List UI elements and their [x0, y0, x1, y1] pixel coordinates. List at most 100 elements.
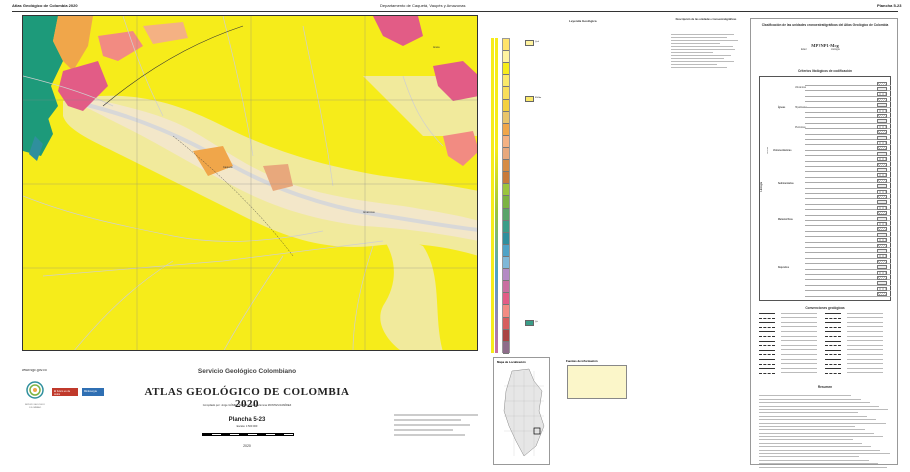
- resumen-line: [759, 395, 852, 397]
- criterios-row: [805, 205, 891, 211]
- convention-line: [759, 326, 775, 328]
- legend-panel: Leyenda Geológica Descripción de las uni…: [489, 18, 743, 354]
- lithology-pattern: [877, 194, 887, 199]
- criterios-row: [805, 108, 891, 113]
- org-name: Servicio Geológico Colombiano: [197, 368, 297, 375]
- criterios-row: [805, 221, 891, 227]
- criterios-row: [805, 178, 891, 184]
- scale-bar: [202, 433, 294, 436]
- legend-unit-swatch: [503, 269, 509, 282]
- minenergia-logo-text: MinEnergía: [82, 388, 104, 396]
- resumen-line: [759, 408, 889, 410]
- criterios-row: [805, 286, 891, 292]
- locmap-title: Mapa de Localización: [497, 360, 526, 364]
- legend-unit-swatch: [503, 111, 509, 124]
- legend-unit-swatch: [503, 341, 509, 354]
- lithology-pattern: [877, 92, 887, 97]
- resumen-line: [759, 415, 868, 417]
- convention-line: [759, 313, 775, 314]
- lithology-pattern: [877, 119, 887, 124]
- criterios-row: [805, 81, 891, 86]
- plancha-label: Plancha 5-23: [228, 417, 266, 423]
- convention-label-line: [847, 335, 883, 337]
- lithology-pattern: [877, 173, 887, 178]
- sgc-logo-icon: [26, 381, 44, 399]
- unit-strip: [502, 38, 510, 354]
- legend-unit-swatch: [503, 317, 509, 330]
- resumen-line: [759, 419, 877, 421]
- lithology-pattern: [877, 157, 887, 162]
- lithology-pattern: [877, 146, 887, 151]
- lithology-pattern: [877, 167, 887, 172]
- legend-unit-swatch: [503, 123, 509, 136]
- criterios-row: [805, 211, 891, 216]
- criterios-row: [805, 135, 891, 140]
- lithology-pattern: [877, 135, 887, 140]
- convention-label-line: [781, 367, 817, 369]
- convention-label-line: [847, 321, 883, 323]
- group-metamorficas: Metamórficas: [778, 219, 793, 221]
- legend-unit-swatch: [503, 184, 509, 197]
- criterios-table: Litología Rocas Ígneas Volcánicas Hipabi…: [759, 76, 891, 301]
- criterios-row: [805, 281, 891, 286]
- lithology-pattern: [877, 243, 887, 248]
- legend-unit-swatch: [503, 196, 509, 209]
- criterios-row: [805, 119, 891, 124]
- resumen-line: [759, 449, 881, 451]
- sources-panel: Fuentes de información: [564, 357, 742, 465]
- website-link[interactable]: www.sgc.gov.co: [22, 368, 47, 372]
- convention-line: [825, 372, 841, 374]
- map-label-araca: Araca: [433, 46, 440, 49]
- convention-line: [759, 372, 775, 374]
- era-column-1: [491, 38, 494, 353]
- lithology-pattern: [877, 108, 887, 113]
- group-depositos: Depósitos: [778, 267, 790, 269]
- criterios-row: [805, 200, 891, 205]
- year-label: 2020: [243, 444, 251, 448]
- resumen-line: [759, 439, 853, 441]
- legend-unit-swatch: [503, 39, 509, 52]
- geologic-map[interactable]: Araca Caquetá Amazonas: [22, 15, 478, 351]
- resumen-line: [759, 432, 874, 434]
- convention-label-line: [847, 353, 883, 355]
- convention-label-line: [781, 321, 817, 323]
- convention-label-line: [781, 317, 817, 319]
- resumen-line: [759, 463, 878, 465]
- criterios-row: [805, 167, 891, 173]
- criterios-row: [805, 265, 891, 270]
- legend-unit-swatch: [503, 244, 509, 257]
- convention-line: [759, 331, 775, 333]
- lithology-pattern: [877, 140, 887, 145]
- criterios-row: [805, 248, 891, 254]
- criterios-row: [805, 184, 891, 189]
- resumen-text: [759, 393, 891, 470]
- convention-line: [759, 340, 775, 342]
- legend-swatch: [525, 40, 534, 46]
- criterios-title: Criterios litológicos de codificación: [797, 69, 853, 73]
- lithology-pattern: [877, 275, 887, 280]
- map-svg: [23, 16, 477, 350]
- convention-label-line: [847, 317, 883, 319]
- legend-unit-swatch: [503, 220, 509, 233]
- lithology-pattern: [877, 254, 887, 259]
- lithology-pattern: [877, 270, 887, 275]
- legend-swatch: [525, 96, 534, 102]
- rp-litologia-vertical: Litología: [761, 182, 763, 192]
- rp-code: MP?NP1-Mcg: [811, 43, 839, 48]
- criterios-row: [805, 86, 891, 92]
- lithology-pattern: [877, 205, 887, 210]
- convention-line: [759, 322, 775, 324]
- convention-line: [825, 317, 841, 319]
- convention-label-line: [781, 358, 817, 360]
- legend-unit-swatch: [503, 135, 509, 148]
- convention-line: [825, 336, 841, 337]
- lithology-pattern: [877, 178, 887, 183]
- legend-unit-swatch: [503, 293, 509, 306]
- sources-index-map: [567, 365, 627, 399]
- criterios-row: [805, 275, 891, 281]
- convention-label-line: [847, 358, 883, 360]
- rp-edad: Edad: [801, 49, 807, 51]
- resumen-line: [759, 405, 880, 407]
- convention-line: [759, 336, 775, 337]
- sgc-logo-text: SERVICIO GEOLÓGICO COLOMBIANO: [24, 404, 46, 409]
